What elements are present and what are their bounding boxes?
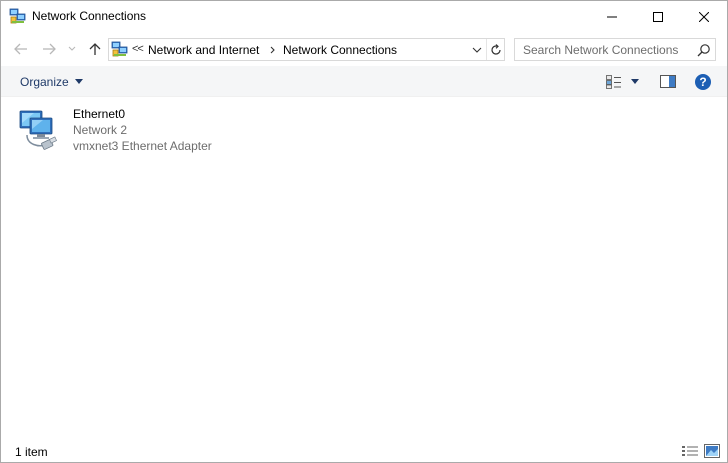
preview-pane-button[interactable] [656,70,680,93]
item-count: 1 item [15,445,48,459]
list-item[interactable]: Ethernet0 Network 2 vmxnet3 Ethernet Ada… [15,103,225,155]
help-button[interactable]: ? [691,70,715,93]
explorer-window: Network Connections << Network and Inter… [0,0,728,463]
search-icon[interactable] [697,43,711,57]
recent-locations-button[interactable] [64,38,80,60]
change-view-button[interactable] [601,70,643,93]
close-button[interactable] [681,1,727,32]
network-connections-icon [111,41,128,57]
arrow-up-icon [89,43,101,55]
address-history-button[interactable] [469,39,485,60]
command-bar: Organize ? [1,66,727,97]
title-bar[interactable]: Network Connections [1,1,727,32]
breadcrumb-network-and-internet[interactable]: Network and Internet [148,43,259,57]
refresh-button[interactable] [486,39,504,60]
view-options-icon [606,74,621,89]
maximize-button[interactable] [635,1,681,32]
minimize-button[interactable] [589,1,635,32]
search-box[interactable] [514,38,716,61]
connection-network: Network 2 [73,123,128,137]
connection-name: Ethernet0 [73,107,126,121]
minimize-icon [607,16,617,17]
address-bar[interactable]: << Network and Internet Network Connecti… [108,38,505,61]
organize-label: Organize [20,74,69,89]
caret-down-icon [631,79,639,84]
status-bar: 1 item [1,439,727,462]
address-overflow-button[interactable]: << [132,43,144,55]
caret-down-icon [74,79,83,84]
details-view-icon[interactable] [681,444,699,458]
network-adapter-icon [19,110,57,150]
search-input[interactable] [515,39,695,60]
forward-button[interactable] [38,38,60,60]
organize-button[interactable]: Organize [12,69,91,94]
window-title: Network Connections [32,9,147,23]
connections-list[interactable]: Ethernet0 Network 2 vmxnet3 Ethernet Ada… [1,97,727,437]
chevron-down-icon [472,47,482,53]
up-button[interactable] [85,38,105,60]
connection-adapter: vmxnet3 Ethernet Adapter [73,139,212,153]
arrow-right-icon [43,43,56,55]
preview-pane-icon [660,75,676,88]
chevron-right-icon[interactable] [269,43,277,57]
breadcrumb-network-connections[interactable]: Network Connections [283,43,397,57]
back-button[interactable] [10,38,32,60]
navigation-row: << Network and Internet Network Connecti… [1,32,727,66]
large-icons-view-icon[interactable] [704,444,720,458]
chevron-down-icon [68,46,76,51]
close-icon [699,11,709,22]
refresh-icon [490,43,501,55]
maximize-icon [653,11,663,22]
arrow-left-icon [14,43,27,55]
help-icon: ? [695,73,711,90]
network-connections-icon [9,8,26,24]
